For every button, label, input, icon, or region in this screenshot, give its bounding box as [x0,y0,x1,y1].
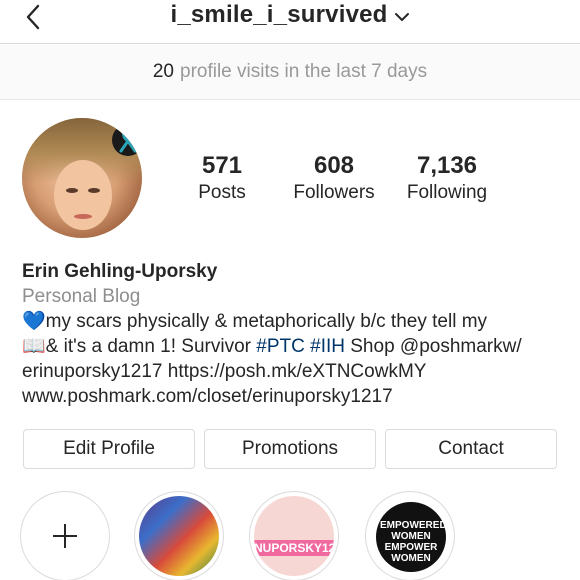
posts-stat[interactable]: 571 Posts [190,152,254,206]
followers-count: 608 [313,152,355,179]
profile-visits-banner[interactable]: 20 profile visits in the last 7 days [0,45,580,100]
top-navigation-bar: i_smile_i_survived [0,0,580,44]
following-count: 7,136 [416,152,478,179]
new-highlight-button[interactable] [20,491,110,580]
visits-text: profile visits in the last 7 days [180,61,428,82]
hashtag-ptc[interactable]: #PTC [256,336,305,357]
bio-line-1: 💙my scars physically & metaphorically b/… [22,311,488,332]
followers-stat[interactable]: 608 Followers [286,152,382,206]
posts-label: Posts [198,182,246,203]
awareness-ribbon-icon [112,124,142,156]
plus-icon [53,524,77,548]
username-title: i_smile_i_survived [170,1,388,28]
edit-profile-button[interactable]: Edit Profile [23,429,195,469]
followers-label: Followers [293,182,375,203]
profile-bio: Erin Gehling-Uporsky Personal Blog 💙my s… [22,259,562,409]
full-name: Erin Gehling-Uporsky [22,261,218,282]
avatar-eye [88,188,100,193]
highlight-thumbnail [139,496,219,576]
account-switcher[interactable]: i_smile_i_survived [0,0,580,30]
promotions-button[interactable]: Promotions [204,429,376,469]
posts-count: 571 [201,152,243,179]
website-link[interactable]: www.poshmark.com/closet/erinuporsky1217 [22,384,562,409]
following-stat[interactable]: 7,136 Following [400,152,494,206]
highlight-item[interactable]: NUPORSKY12 [249,491,339,580]
contact-button[interactable]: Contact [385,429,557,469]
bio-line-2: 📖& it's a damn 1! Survivor #PTC #IIH Sho… [22,334,562,359]
highlight-band-text: NUPORSKY12 [254,540,334,556]
bio-text: Shop @poshmarkw/ [344,336,522,357]
avatar-lips [74,214,92,219]
category-label: Personal Blog [22,286,141,307]
highlight-text: EMPOWERED WOMEN EMPOWER WOMEN [380,520,447,564]
following-label: Following [406,182,488,203]
highlight-thumbnail: NUPORSKY12 [254,496,334,576]
highlight-item[interactable] [134,491,224,580]
profile-avatar[interactable] [22,118,142,238]
visits-count: 20 [152,61,174,82]
avatar-face [54,160,112,230]
avatar-eye [66,188,78,193]
hashtag-iih[interactable]: #IIH [310,336,345,357]
highlight-item[interactable]: EMPOWERED WOMEN EMPOWER WOMEN [365,491,455,580]
chevron-down-icon [394,13,409,21]
highlight-thumbnail: EMPOWERED WOMEN EMPOWER WOMEN [370,496,450,576]
bio-line-3: erinuporsky1217 https://posh.mk/eXTNCowk… [22,361,427,382]
bio-text: 📖& it's a damn 1! Survivor [22,336,257,357]
